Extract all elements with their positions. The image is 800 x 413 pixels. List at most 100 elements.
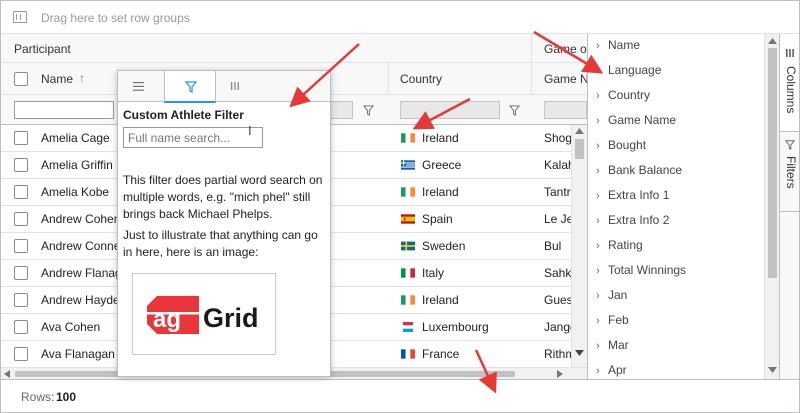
row-group-icon (13, 11, 27, 23)
column-item-name[interactable]: › Name (596, 38, 640, 58)
cell-name: Andrew Flanag (41, 266, 122, 280)
tab-filters-label: Filters (784, 156, 798, 189)
scroll-up-arrow-icon[interactable] (768, 38, 777, 44)
cell-country: Spain (422, 212, 453, 226)
column-item-jan[interactable]: › Jan (596, 288, 627, 308)
cell-game: Gues (544, 293, 571, 307)
cell-name: Ava Flanagan (41, 347, 115, 361)
logo-grid-text: Grid (203, 303, 259, 333)
scroll-left-arrow-icon[interactable] (4, 370, 10, 378)
tab-general-menu[interactable] (118, 71, 170, 102)
name-floating-filter[interactable] (14, 101, 114, 119)
flag-france-icon (401, 349, 415, 359)
data-grid: Drag here to set row groups Participant … (0, 0, 800, 413)
column-item-mar[interactable]: › Mar (596, 338, 629, 358)
filter-description: This filter does partial word search on … (123, 173, 323, 221)
flag-italy-icon (401, 268, 415, 278)
flag-ireland-icon (401, 133, 415, 143)
scroll-thumb[interactable] (768, 48, 777, 278)
grid-vertical-scrollbar[interactable] (571, 125, 587, 367)
column-item-game-name[interactable]: › Game Name (596, 113, 676, 133)
row-checkbox[interactable] (14, 320, 28, 334)
row-checkbox[interactable] (14, 158, 28, 172)
tab-filters[interactable]: Filters (780, 132, 799, 212)
scroll-right-arrow-icon[interactable] (557, 370, 563, 378)
tab-columns[interactable]: Columns (780, 34, 799, 132)
flag-spain-icon (401, 214, 415, 224)
column-item-bank-balance[interactable]: › Bank Balance (596, 163, 682, 183)
header-group-participant[interactable]: Participant (14, 42, 71, 56)
chevron-right-icon: › (596, 365, 600, 377)
column-item-bought[interactable]: › Bought (596, 138, 646, 158)
scroll-thumb[interactable] (575, 139, 584, 159)
cell-country: Sweden (422, 239, 466, 253)
filter-description-2: Just to illustrate that anything can go … (123, 228, 318, 259)
cell-game: Bul (544, 239, 562, 253)
column-item-extra-info-1[interactable]: › Extra Info 1 (596, 188, 669, 208)
columns-tool-panel: › Name › Language › Country › Game Name › Bou… (587, 34, 779, 379)
row-group-placeholder: Drag here to set row groups (41, 11, 190, 25)
cell-country: Ireland (422, 293, 459, 307)
cell-game: Kalah (544, 158, 571, 172)
header-game-name[interactable]: Game N (544, 72, 587, 86)
flag-ireland-icon (401, 295, 415, 305)
column-item-total-winnings[interactable]: › Total Winnings (596, 263, 686, 283)
select-all-checkbox[interactable] (14, 72, 28, 86)
menu-icon (133, 82, 144, 91)
row-checkbox[interactable] (14, 185, 28, 199)
column-item-apr[interactable]: › Apr (596, 363, 627, 379)
header-country[interactable]: Country (400, 72, 442, 86)
cell-game: Shog (544, 131, 571, 145)
cell-game: Le Je (544, 212, 571, 226)
cell-name: Andrew Cohen (41, 212, 121, 226)
header-name[interactable]: Name (41, 72, 73, 86)
row-checkbox[interactable] (14, 266, 28, 280)
header-group-game-of[interactable]: Game of (544, 42, 587, 56)
popup-tabs (118, 71, 330, 103)
column-item-rating[interactable]: › Rating (596, 238, 643, 258)
chevron-right-icon: › (596, 140, 600, 152)
scroll-down-arrow-icon[interactable] (768, 367, 777, 373)
filter-funnel-icon[interactable] (509, 105, 520, 116)
column-item-extra-info-2[interactable]: › Extra Info 2 (596, 213, 669, 233)
row-checkbox[interactable] (14, 239, 28, 253)
column-item-language[interactable]: › Language (596, 63, 661, 83)
column-item-country[interactable]: › Country (596, 88, 650, 108)
column-filter-popup: Custom Athlete Filter I This filter does… (117, 70, 331, 377)
row-checkbox[interactable] (14, 131, 28, 145)
tab-filter[interactable] (164, 71, 216, 103)
header-group-row: Participant Game of (1, 34, 587, 63)
row-checkbox[interactable] (14, 212, 28, 226)
scroll-down-arrow-icon[interactable] (575, 350, 584, 356)
cell-game: Sahkl (544, 266, 571, 280)
flag-greece-icon (401, 160, 415, 170)
cell-country: Luxembourg (422, 320, 489, 334)
flag-luxembourg-icon (403, 322, 413, 332)
scroll-up-arrow-icon[interactable] (575, 128, 584, 134)
header-group-divider (531, 34, 532, 63)
column-item-feb[interactable]: › Feb (596, 313, 629, 333)
cell-name: Ava Cohen (41, 320, 101, 334)
cell-name: Amelia Cage (41, 131, 110, 145)
cell-game: Tantr (544, 185, 571, 199)
cell-name: Amelia Griffin (41, 158, 113, 172)
row-checkbox[interactable] (14, 293, 28, 307)
chevron-right-icon: › (596, 265, 600, 277)
flag-ireland-icon (401, 187, 415, 197)
cell-country: Ireland (422, 131, 459, 145)
row-group-drop-zone[interactable]: Drag here to set row groups (1, 1, 799, 34)
cell-game: Rithm (544, 347, 571, 361)
rows-count-value: 100 (56, 390, 77, 404)
country-floating-filter (400, 101, 500, 119)
side-bar: Columns Filters (779, 34, 799, 379)
tool-panel-scrollbar[interactable] (764, 34, 779, 379)
chevron-right-icon: › (596, 340, 600, 352)
chevron-right-icon: › (596, 65, 600, 77)
chevron-right-icon: › (596, 40, 600, 52)
columns-icon (231, 82, 239, 90)
row-checkbox[interactable] (14, 347, 28, 361)
filter-funnel-icon[interactable] (363, 105, 374, 116)
filter-funnel-icon (185, 81, 197, 93)
full-name-search-input[interactable] (123, 127, 263, 148)
tab-columns-menu[interactable] (216, 71, 268, 102)
